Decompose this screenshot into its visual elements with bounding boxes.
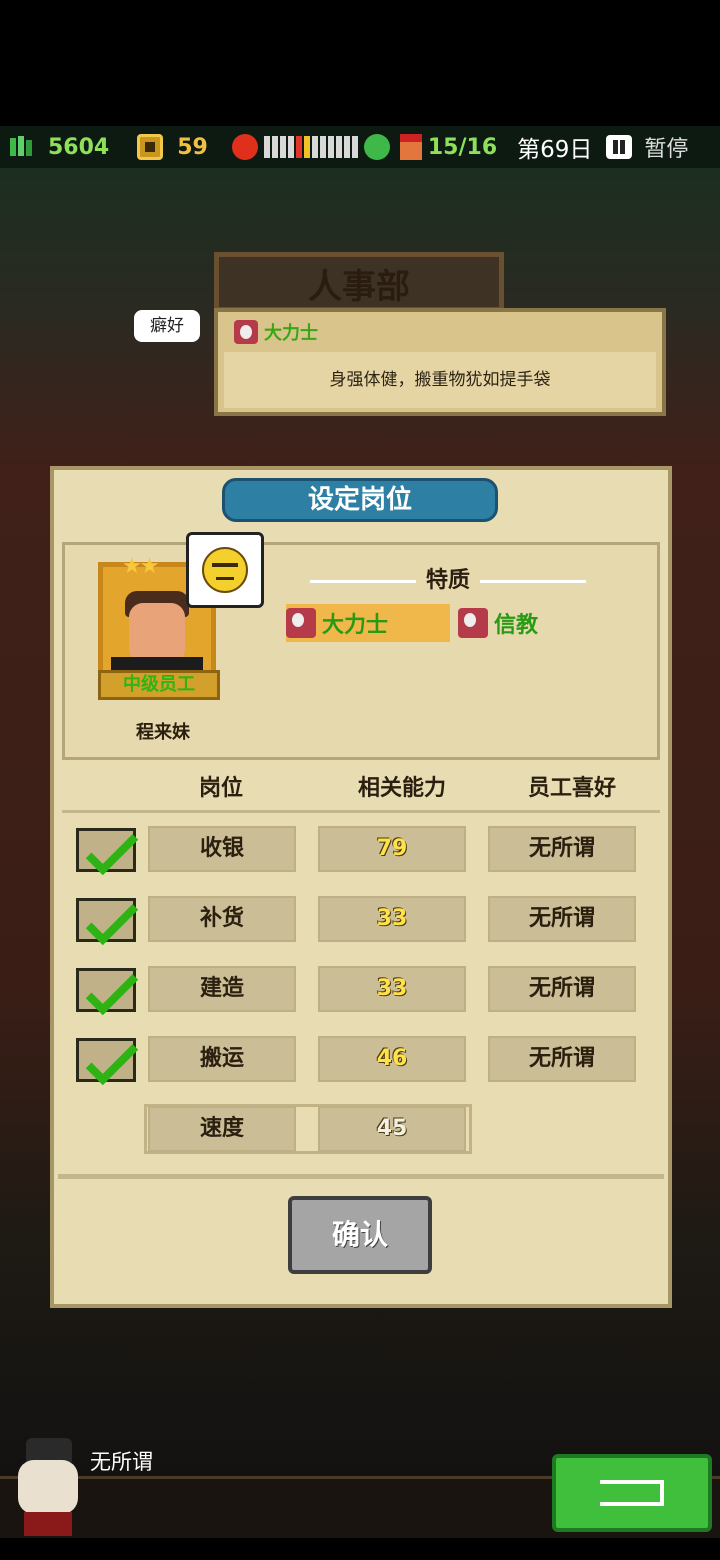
nav-strip <box>0 1538 720 1560</box>
role-label: 收银 <box>148 826 296 872</box>
ability-score: 33 <box>318 966 466 1012</box>
religious-trait-icon <box>458 608 488 638</box>
pause-button[interactable]: 暂停 <box>644 131 688 163</box>
hobby-label: 癖好 <box>134 310 200 342</box>
money-value: 5604 <box>48 134 110 160</box>
checkbox-cashier[interactable] <box>76 828 136 872</box>
neutral-face-icon <box>202 547 248 593</box>
preference-value: 无所谓 <box>488 826 636 872</box>
preference-value: 无所谓 <box>488 896 636 942</box>
pause-icon[interactable] <box>606 135 633 159</box>
checkbox-carry[interactable] <box>76 1038 136 1082</box>
trait-name: 大力士 <box>264 323 318 344</box>
confirm-button[interactable]: 确认 <box>288 1196 432 1274</box>
strongman-trait-icon <box>234 320 258 344</box>
table-row: 建造 33 无所谓 <box>62 966 660 1016</box>
staff-icon <box>399 134 422 160</box>
status-bar: 5604 59 15/16 第69日 暂停 <box>0 126 720 168</box>
employee-name: 程来妹 <box>136 722 190 743</box>
department-sign: 人事部 <box>214 252 504 312</box>
role-label: 建造 <box>148 966 296 1012</box>
column-post: 岗位 <box>198 776 243 801</box>
trait-tag-religious[interactable]: 信教 <box>458 604 598 642</box>
rank-stars: ★★ <box>122 554 159 579</box>
preference-value: 无所谓 <box>488 966 636 1012</box>
preference-value: 无所谓 <box>488 1036 636 1082</box>
speed-value: 45 <box>318 1106 466 1152</box>
trait-description: 身强体健，搬重物犹如提手袋 <box>224 352 656 408</box>
angry-face-icon <box>231 134 258 160</box>
strongman-trait-icon <box>286 608 316 638</box>
panel-title: 设定岗位 <box>222 478 498 522</box>
column-preference: 员工喜好 <box>527 776 616 801</box>
happy-face-icon <box>363 134 390 160</box>
role-label: 补货 <box>148 896 296 942</box>
table-row: 搬运 46 无所谓 <box>62 1036 660 1086</box>
coin-value: 59 <box>177 134 208 160</box>
checkbox-build[interactable] <box>76 968 136 1012</box>
traits-header: 特质 <box>300 562 596 594</box>
trait-info-popup: 大力士 身强体健，搬重物犹如提手袋 <box>214 308 666 416</box>
money-icon <box>10 136 32 156</box>
footer-divider <box>58 1174 664 1179</box>
mood-meter <box>263 136 358 158</box>
speed-label: 速度 <box>148 1106 296 1152</box>
ability-score: 79 <box>318 826 466 872</box>
manager-speech: 无所谓 <box>90 1450 153 1474</box>
return-button[interactable] <box>552 1454 712 1532</box>
header-divider <box>62 810 660 813</box>
role-label: 搬运 <box>148 1036 296 1082</box>
return-arrow-icon <box>600 1480 664 1506</box>
day-counter: 第69日 <box>517 137 593 163</box>
checkbox-restock[interactable] <box>76 898 136 942</box>
coin-icon <box>137 134 164 160</box>
ability-score: 46 <box>318 1036 466 1082</box>
speed-row: 速度 45 <box>62 1106 660 1156</box>
staff-count: 15/16 <box>427 134 498 160</box>
ability-score: 33 <box>318 896 466 942</box>
table-row: 收银 79 无所谓 <box>62 826 660 876</box>
column-ability: 相关能力 <box>357 776 446 801</box>
trait-tag-strongman[interactable]: 大力士 <box>286 604 450 642</box>
manager-avatar <box>8 1438 88 1536</box>
emotion-bubble <box>186 532 264 608</box>
table-row: 补货 33 无所谓 <box>62 896 660 946</box>
rank-ribbon: 中级员工 <box>98 670 220 700</box>
